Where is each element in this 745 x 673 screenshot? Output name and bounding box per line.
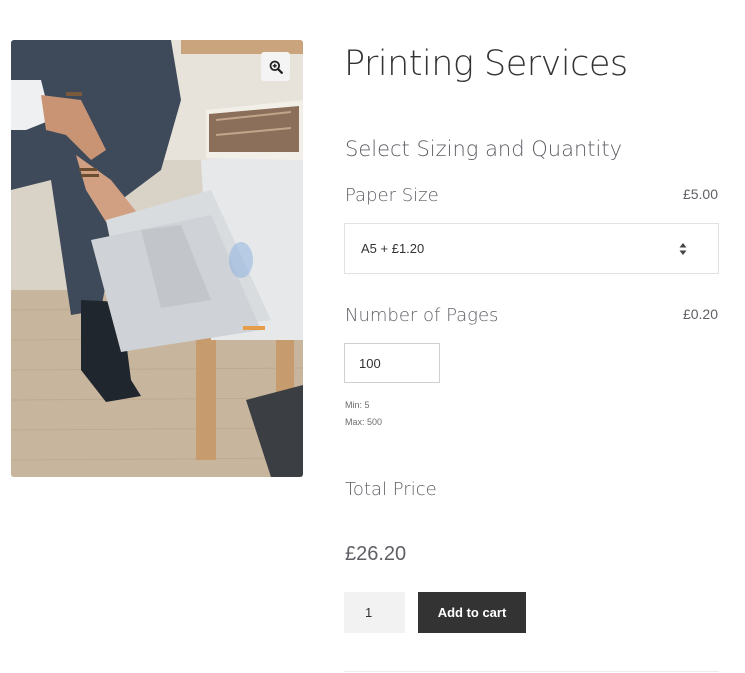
product-title: Printing Services xyxy=(344,44,628,84)
quantity-input[interactable] xyxy=(344,592,405,633)
pages-min-note: Min: 5 xyxy=(345,400,370,410)
pages-price: £0.20 xyxy=(682,306,718,322)
add-to-cart-button[interactable]: Add to cart xyxy=(418,592,526,633)
divider xyxy=(344,671,719,672)
paper-size-price: £5.00 xyxy=(682,186,718,202)
paper-size-label: Paper Size xyxy=(345,185,439,206)
total-price-label: Total Price xyxy=(345,479,437,500)
sort-arrows-icon xyxy=(679,243,687,255)
pages-max-note: Max: 500 xyxy=(345,417,383,427)
product-image[interactable] xyxy=(11,40,303,477)
paper-size-selected: A5 + £1.20 xyxy=(361,241,425,256)
product-photo xyxy=(11,40,303,477)
paper-size-select[interactable]: A5 + £1.20 xyxy=(344,223,719,274)
pages-label: Number of Pages xyxy=(345,305,499,326)
options-heading: Select Sizing and Quantity xyxy=(345,137,622,161)
total-price-value: £26.20 xyxy=(345,543,407,565)
zoom-button[interactable] xyxy=(261,52,290,81)
pages-input[interactable] xyxy=(344,343,440,383)
zoom-in-icon xyxy=(269,60,283,74)
